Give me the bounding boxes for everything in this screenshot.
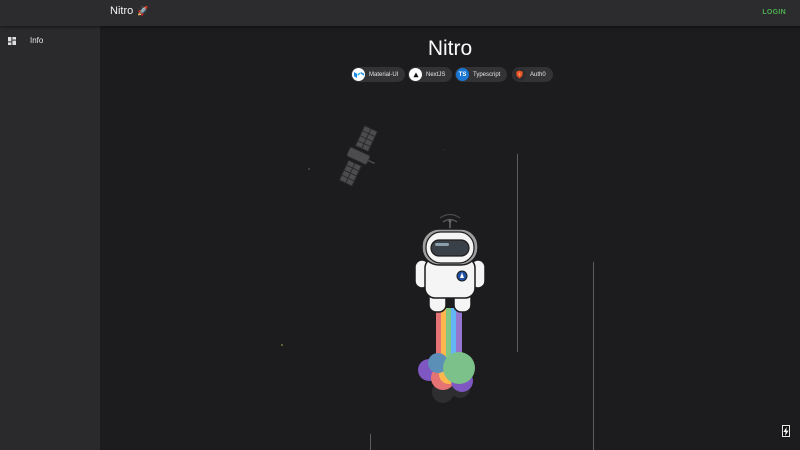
astronaut-illustration — [414, 213, 486, 403]
login-button[interactable]: LOGIN — [762, 9, 786, 16]
auth0-icon — [513, 68, 526, 81]
chip-label: NextJS — [426, 71, 446, 78]
dashboard-icon — [8, 37, 16, 45]
app-bar: Nitro 🚀 LOGIN — [0, 0, 800, 26]
star — [281, 344, 283, 346]
drawer-item-label: Info — [30, 36, 44, 45]
lightning-button[interactable] — [782, 425, 790, 437]
rocket-icon: 🚀 — [137, 5, 149, 16]
star — [443, 149, 444, 150]
material-ui-icon — [352, 68, 365, 81]
app-title: Nitro — [110, 5, 134, 17]
chip-auth0[interactable]: Auth0 — [512, 67, 553, 82]
chip-typescript[interactable]: TS Typescript — [455, 67, 508, 82]
light-streak — [517, 154, 518, 352]
chip-label: Auth0 — [530, 71, 546, 78]
chip-label: Typescript — [473, 71, 501, 78]
nextjs-icon — [409, 68, 422, 81]
star — [308, 168, 310, 170]
light-streak — [370, 434, 371, 450]
typescript-icon: TS — [456, 68, 469, 81]
page-title: Nitro — [427, 37, 473, 60]
app-brand[interactable]: Nitro 🚀 — [110, 5, 148, 17]
side-drawer: Info — [0, 26, 100, 450]
chip-label: Material-UI — [369, 71, 399, 78]
drawer-item-info[interactable]: Info — [0, 32, 100, 54]
light-streak — [593, 262, 594, 450]
chip-material-ui[interactable]: Material-UI — [351, 67, 406, 82]
satellite-illustration — [338, 125, 379, 187]
lightning-icon — [783, 426, 789, 436]
chip-nextjs[interactable]: NextJS — [408, 67, 453, 82]
main-content: Nitro Material-UI NextJS TS Typescript A… — [100, 26, 800, 450]
